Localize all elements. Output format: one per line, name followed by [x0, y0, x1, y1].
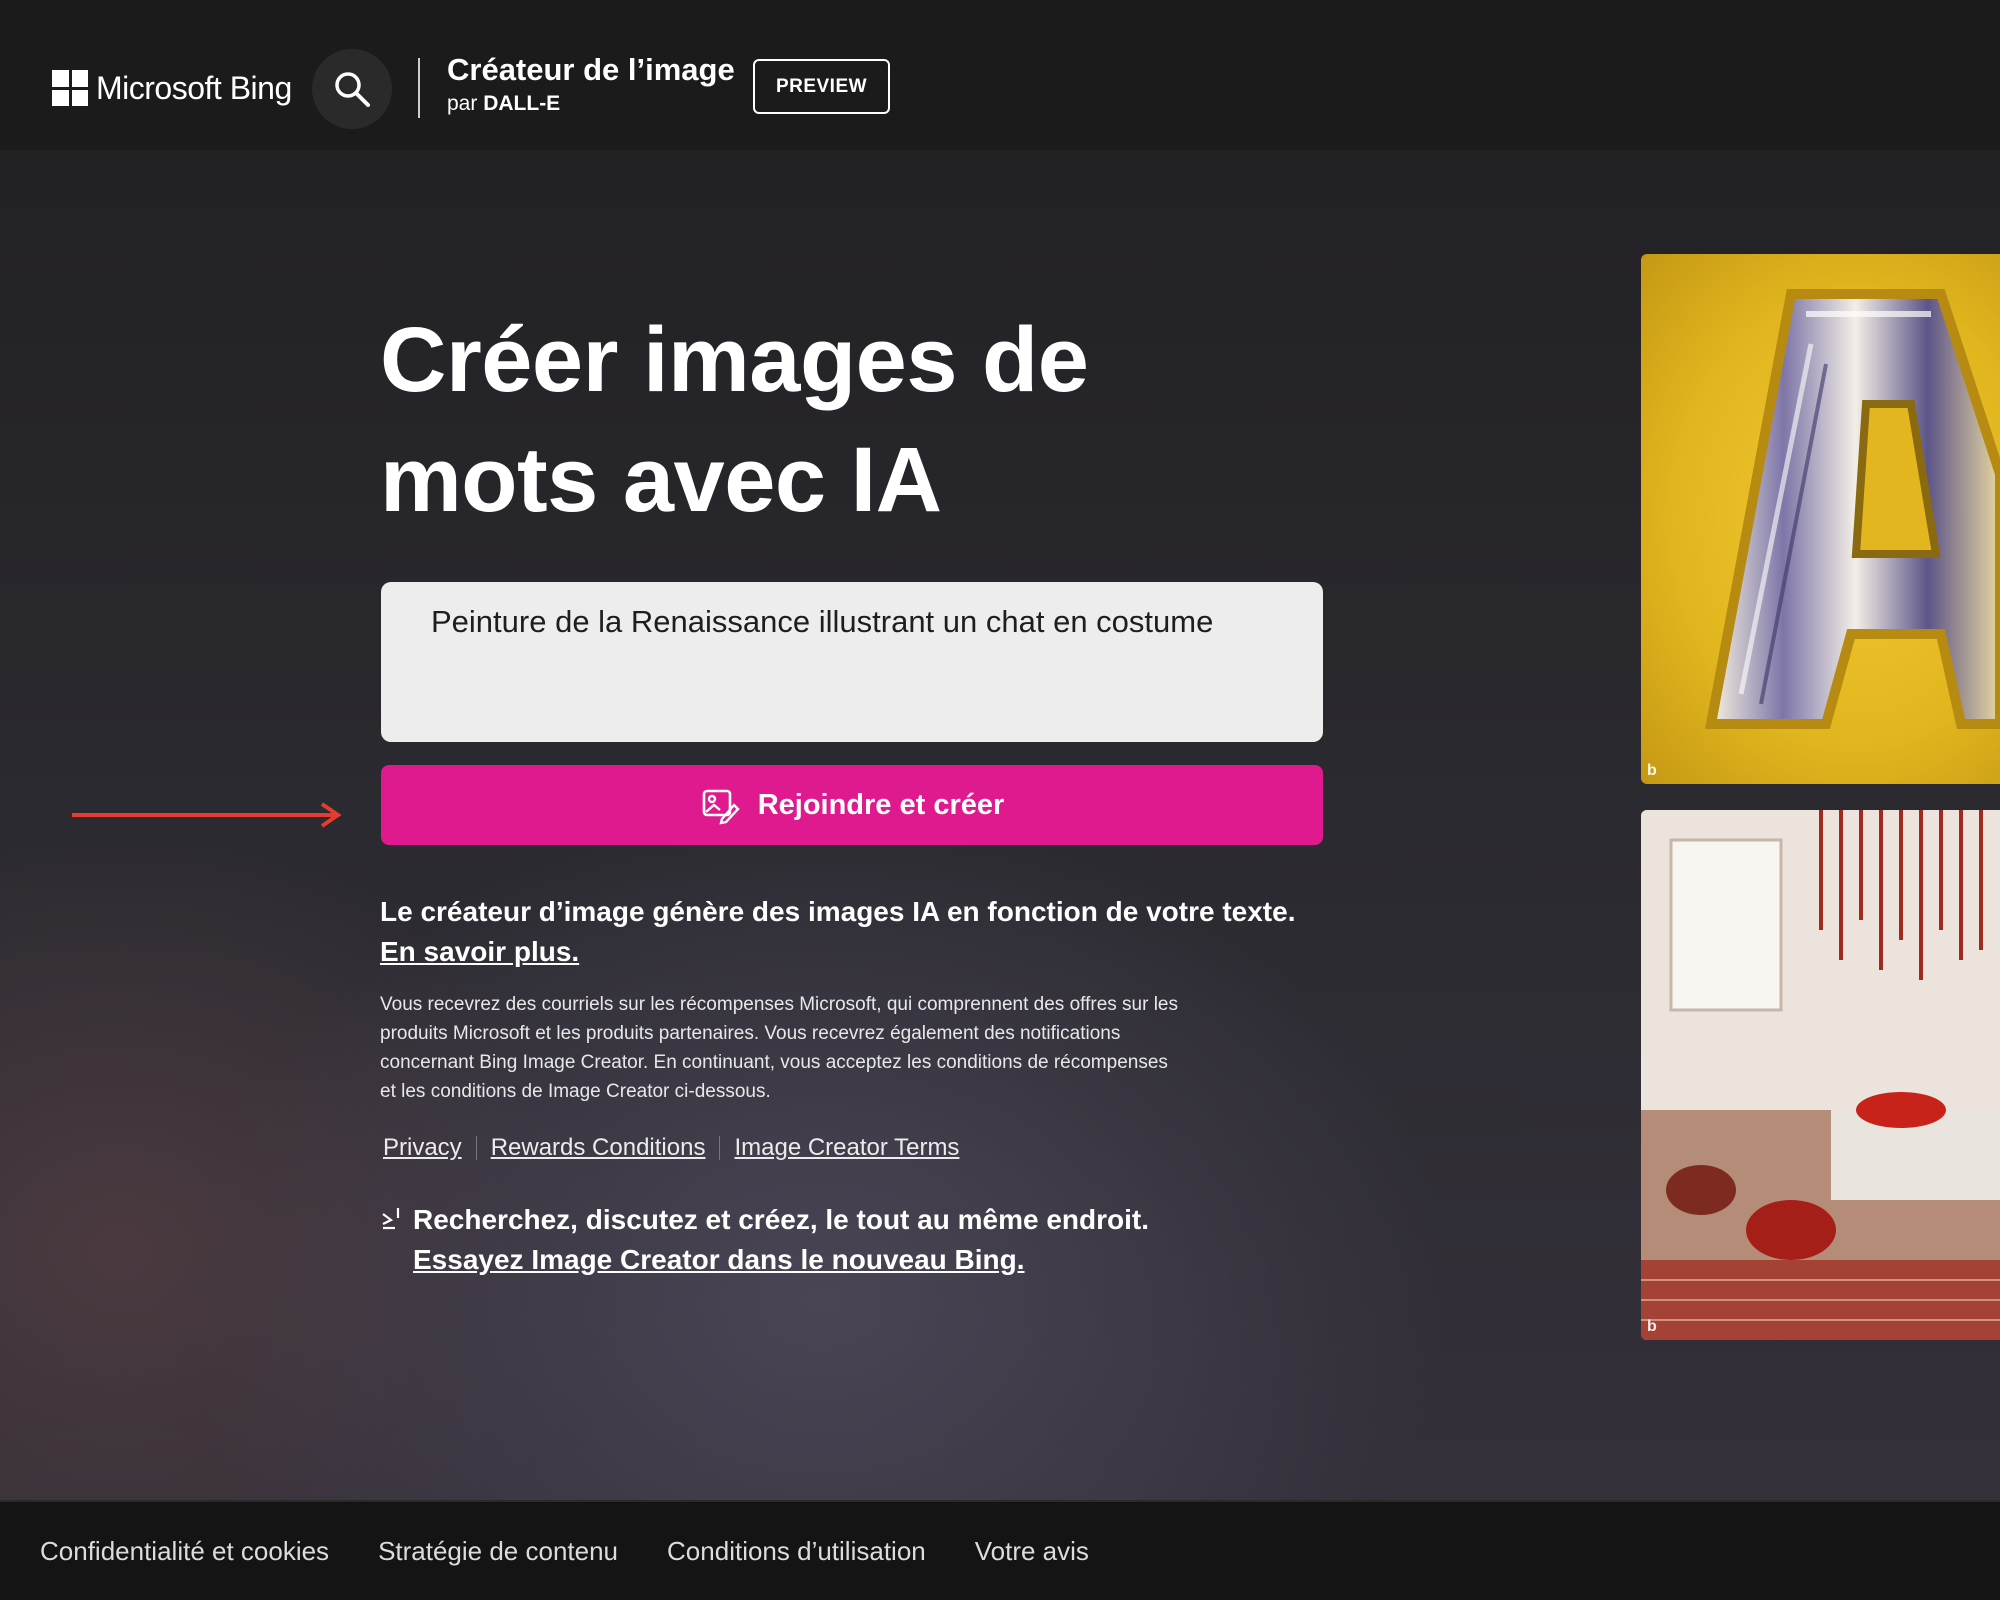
footer-content-policy-link[interactable]: Stratégie de contenu [378, 1536, 618, 1567]
privacy-link[interactable]: Privacy [383, 1134, 462, 1162]
learn-more-link[interactable]: En savoir plus. [380, 936, 579, 967]
windows-logo-icon [52, 70, 88, 106]
hero-title: Créer images de mots avec IA [380, 300, 1280, 540]
watermark-icon: b [1647, 762, 1657, 779]
description-text: Le créateur d’image génère des images IA… [380, 896, 1296, 927]
description: Le créateur d’image génère des images IA… [380, 892, 1320, 972]
red-arrow-annotation [72, 802, 342, 828]
top-header: Microsoft Bing Créateur de l’image par D… [0, 0, 2000, 150]
new-bing-promo: Recherchez, discutez et créez, le tout a… [381, 1200, 1281, 1280]
rewards-conditions-link[interactable]: Rewards Conditions [491, 1134, 706, 1162]
join-and-create-label: Rejoindre et créer [757, 788, 1005, 821]
rewards-fine-print: Vous recevrez des courriels sur les réco… [380, 994, 1178, 1102]
footer-privacy-cookies-link[interactable]: Confidentialité et cookies [40, 1536, 329, 1567]
product-title: Créateur de l’image [447, 52, 735, 87]
microsoft-bing-logo[interactable]: Microsoft Bing [52, 68, 292, 108]
legal-links: Privacy Rewards Conditions Image Creator… [383, 1134, 959, 1162]
link-separator [475, 1136, 477, 1160]
link-separator [719, 1136, 721, 1160]
promo-text: Recherchez, discutez et créez, le tout a… [413, 1204, 1149, 1235]
try-new-bing-link[interactable]: Essayez Image Creator dans le nouveau Bi… [413, 1244, 1025, 1275]
example-image-letter-a[interactable]: b [1641, 254, 2000, 784]
letter-a-artwork [1704, 289, 2000, 729]
bing-chat-icon [382, 1208, 400, 1230]
image-creator-terms-link[interactable]: Image Creator Terms [734, 1134, 959, 1162]
search-button[interactable] [312, 49, 392, 129]
footer-feedback-link[interactable]: Votre avis [975, 1536, 1089, 1567]
example-image-boho-room[interactable]: b [1641, 810, 2000, 1340]
preview-badge: PREVIEW [753, 59, 890, 114]
product-sub-name: DALL-E [483, 92, 561, 115]
product-sub-prefix: par [447, 92, 478, 115]
product-title-block[interactable]: Créateur de l’image par DALL-E [447, 52, 735, 116]
header-divider [418, 58, 420, 118]
main-content: Créer images de mots avec IA Peinture de… [0, 150, 2000, 1500]
hero-title-line1: Créer images de [380, 309, 1089, 411]
footer: Confidentialité et cookies Stratégie de … [0, 1500, 2000, 1600]
watermark-icon: b [1647, 1318, 1657, 1335]
product-subtitle: par DALL-E [447, 92, 735, 116]
search-icon [335, 72, 370, 107]
hero-title-line2: mots avec IA [380, 429, 942, 531]
image-create-icon [702, 789, 740, 825]
brand-name: Microsoft Bing [96, 69, 292, 106]
boho-room-artwork [1641, 810, 2000, 1340]
prompt-input[interactable]: Peinture de la Renaissance illustrant un… [381, 582, 1323, 742]
join-and-create-button[interactable]: Rejoindre et créer [381, 765, 1323, 845]
promo-text-block: Recherchez, discutez et créez, le tout a… [413, 1200, 1149, 1280]
footer-terms-link[interactable]: Conditions d’utilisation [667, 1536, 926, 1567]
